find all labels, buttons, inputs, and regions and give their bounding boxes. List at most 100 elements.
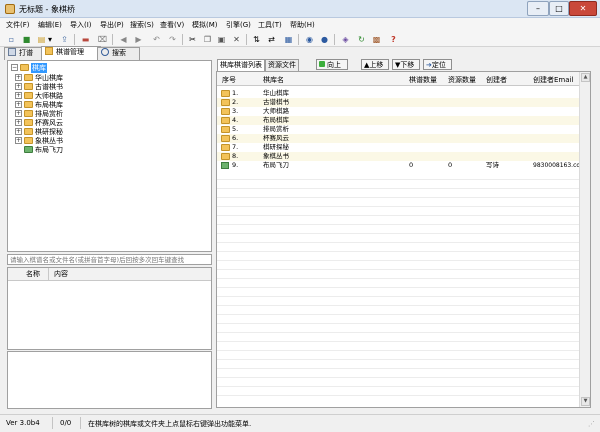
- folder-icon: [45, 47, 53, 55]
- expand-icon[interactable]: +: [15, 101, 22, 108]
- grid-line: [217, 278, 579, 279]
- library-icon[interactable]: ▩: [370, 33, 383, 46]
- cut-icon[interactable]: ✂: [186, 33, 199, 46]
- disk-icon[interactable]: ▬: [79, 33, 92, 46]
- engine-icon[interactable]: ◉: [303, 33, 316, 46]
- tab-library-list[interactable]: 棋库棋谱列表: [217, 59, 265, 71]
- row-index: 7.: [232, 143, 239, 151]
- table-row[interactable]: 2. 古谱棋书: [217, 98, 579, 107]
- table-row[interactable]: 1. 华山棋库: [217, 89, 579, 98]
- menu-engine[interactable]: 引擎(G): [226, 20, 251, 30]
- undo-icon[interactable]: ↶: [150, 33, 163, 46]
- save-icon[interactable]: ■: [20, 33, 33, 46]
- table-row[interactable]: 5. 排局赏析: [217, 125, 579, 134]
- column-name[interactable]: 名称: [26, 269, 40, 280]
- menu-edit[interactable]: 编辑(E): [38, 20, 62, 30]
- grid-line: [217, 179, 579, 180]
- collapse-icon[interactable]: −: [11, 64, 18, 71]
- row-name: 华山棋库: [263, 89, 289, 97]
- tree-item[interactable]: 布局飞刀: [8, 145, 208, 155]
- toolbar-separator: [246, 34, 247, 45]
- table-row[interactable]: 7. 棋研探秘: [217, 143, 579, 152]
- tag-icon[interactable]: ◈: [339, 33, 352, 46]
- play-icon[interactable]: ●: [318, 33, 331, 46]
- table-row[interactable]: 4. 布局棋库: [217, 116, 579, 125]
- column-library-name[interactable]: 棋库名: [263, 75, 284, 85]
- up-level-button[interactable]: 向上: [316, 59, 348, 70]
- position-readout: 0/0: [60, 419, 72, 427]
- scroll-up-icon[interactable]: ▲: [581, 73, 590, 82]
- row-creator-email: 9830008163.com: [533, 162, 586, 169]
- table-row[interactable]: 8. 象棋丛书: [217, 152, 579, 161]
- redo-icon[interactable]: ↷: [166, 33, 179, 46]
- export-icon[interactable]: ⇪: [58, 33, 71, 46]
- menu-help[interactable]: 帮助(H): [290, 20, 315, 30]
- vertical-scrollbar[interactable]: ▲ ▼: [579, 72, 590, 407]
- column-creator-email[interactable]: 创建者Email: [533, 75, 573, 85]
- new-doc-icon[interactable]: ▫: [5, 33, 18, 46]
- tab-play-label: 打谱: [19, 49, 33, 57]
- locate-button[interactable]: ➔定位: [423, 59, 452, 70]
- tab-search[interactable]: 搜索: [97, 47, 140, 60]
- close-button[interactable]: ✕: [569, 1, 597, 16]
- minimize-button[interactable]: –: [527, 1, 549, 16]
- forward-icon[interactable]: ▶: [132, 33, 145, 46]
- copy-icon[interactable]: ❐: [201, 33, 214, 46]
- grid-line: [217, 188, 579, 189]
- menu-view[interactable]: 查看(V): [160, 20, 184, 30]
- refresh-icon[interactable]: ↻: [355, 33, 368, 46]
- expand-icon[interactable]: +: [15, 110, 22, 117]
- expand-icon[interactable]: +: [15, 74, 22, 81]
- column-index[interactable]: 序号: [222, 75, 236, 85]
- menu-import[interactable]: 导入(I): [70, 20, 92, 30]
- library-list[interactable]: 序号 棋库名 棋谱数量 资源数量 创建者 创建者Email 1. 华山棋库 2.…: [216, 71, 591, 408]
- row-name: 布局飞刀: [263, 161, 289, 169]
- expand-icon[interactable]: +: [15, 119, 22, 126]
- notes-area[interactable]: [7, 351, 212, 409]
- help-icon[interactable]: ?: [387, 33, 400, 46]
- table-icon[interactable]: ▦: [282, 33, 295, 46]
- scroll-down-icon[interactable]: ▼: [581, 397, 590, 406]
- menu-tools[interactable]: 工具(T): [258, 20, 282, 30]
- swap-icon[interactable]: ⇄: [265, 33, 278, 46]
- column-resource-count[interactable]: 资源数量: [448, 75, 476, 85]
- maximize-button[interactable]: □: [549, 1, 569, 16]
- tab-resource-files[interactable]: 资源文件: [265, 59, 299, 71]
- title-bar[interactable]: 无标题 - 象棋桥 – □ ✕: [0, 0, 600, 18]
- dropdown-icon[interactable]: ▾: [46, 33, 54, 46]
- move-down-button[interactable]: ▼下移: [392, 59, 420, 70]
- column-creator[interactable]: 创建者: [486, 75, 507, 85]
- clear-icon[interactable]: ✕: [230, 33, 243, 46]
- grid-line: [217, 242, 579, 243]
- flip-icon[interactable]: ⇅: [250, 33, 263, 46]
- status-divider: [80, 417, 81, 429]
- column-content[interactable]: 内容: [54, 269, 68, 280]
- tab-play[interactable]: 打谱: [4, 47, 45, 60]
- menu-simulate[interactable]: 模拟(M): [192, 20, 218, 30]
- move-up-label: 上移: [369, 61, 384, 69]
- expand-icon[interactable]: +: [15, 83, 22, 90]
- paste-icon[interactable]: ▣: [215, 33, 228, 46]
- menu-file[interactable]: 文件(F): [6, 20, 30, 30]
- expand-icon[interactable]: +: [15, 137, 22, 144]
- column-game-count[interactable]: 棋谱数量: [409, 75, 437, 85]
- tab-library-manage[interactable]: 棋谱管理: [41, 46, 101, 61]
- table-row[interactable]: 3. 大师棋路: [217, 107, 579, 116]
- table-row[interactable]: 9. 布局飞刀 0 0 写诗 9830008163.com: [217, 161, 586, 170]
- expand-icon[interactable]: +: [15, 128, 22, 135]
- menu-export[interactable]: 导出(P): [100, 20, 124, 30]
- delete-icon[interactable]: ⌧: [96, 33, 109, 46]
- back-icon[interactable]: ◀: [117, 33, 130, 46]
- menu-search[interactable]: 搜索(S): [130, 20, 154, 30]
- folder-icon: [24, 92, 33, 99]
- tree-root[interactable]: − 棋库: [8, 63, 208, 73]
- move-up-button[interactable]: ▲上移: [361, 59, 389, 70]
- properties-table[interactable]: 名称 内容: [7, 267, 212, 350]
- library-filter-input[interactable]: [7, 254, 212, 265]
- library-tree[interactable]: − 棋库 + 华山棋库 + 古谱棋书 + 大师棋路 + 布局棋库 + 排局赏析 …: [7, 60, 212, 252]
- expand-icon[interactable]: +: [15, 92, 22, 99]
- resize-grip-icon[interactable]: ⋰: [588, 420, 597, 429]
- table-row[interactable]: 6. 杯赛风云: [217, 134, 579, 143]
- status-divider: [52, 417, 53, 429]
- row-index: 8.: [232, 152, 239, 160]
